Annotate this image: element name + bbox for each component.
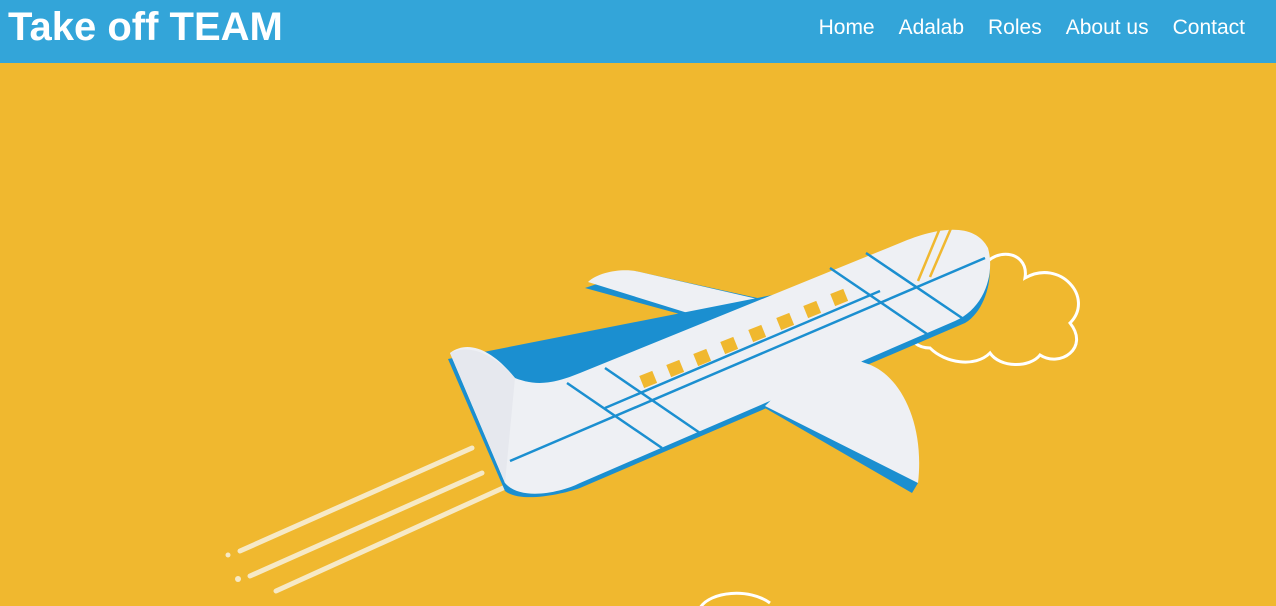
hero-banner bbox=[0, 63, 1276, 606]
main-nav: Home Adalab Roles About us Contact bbox=[819, 14, 1245, 42]
nav-link-roles[interactable]: Roles bbox=[988, 14, 1042, 42]
nav-link-about-us[interactable]: About us bbox=[1066, 14, 1149, 42]
nav-link-contact[interactable]: Contact bbox=[1173, 14, 1245, 42]
nav-link-adalab[interactable]: Adalab bbox=[899, 14, 964, 42]
airplane-icon bbox=[448, 225, 991, 498]
site-header: Take off TEAM Home Adalab Roles About us… bbox=[0, 0, 1276, 63]
speed-lines bbox=[225, 445, 506, 594]
cloud-icon-bottom bbox=[699, 591, 771, 606]
hero-illustration bbox=[225, 225, 1080, 606]
brand-title[interactable]: Take off TEAM bbox=[8, 4, 283, 50]
nav-link-home[interactable]: Home bbox=[819, 14, 875, 42]
